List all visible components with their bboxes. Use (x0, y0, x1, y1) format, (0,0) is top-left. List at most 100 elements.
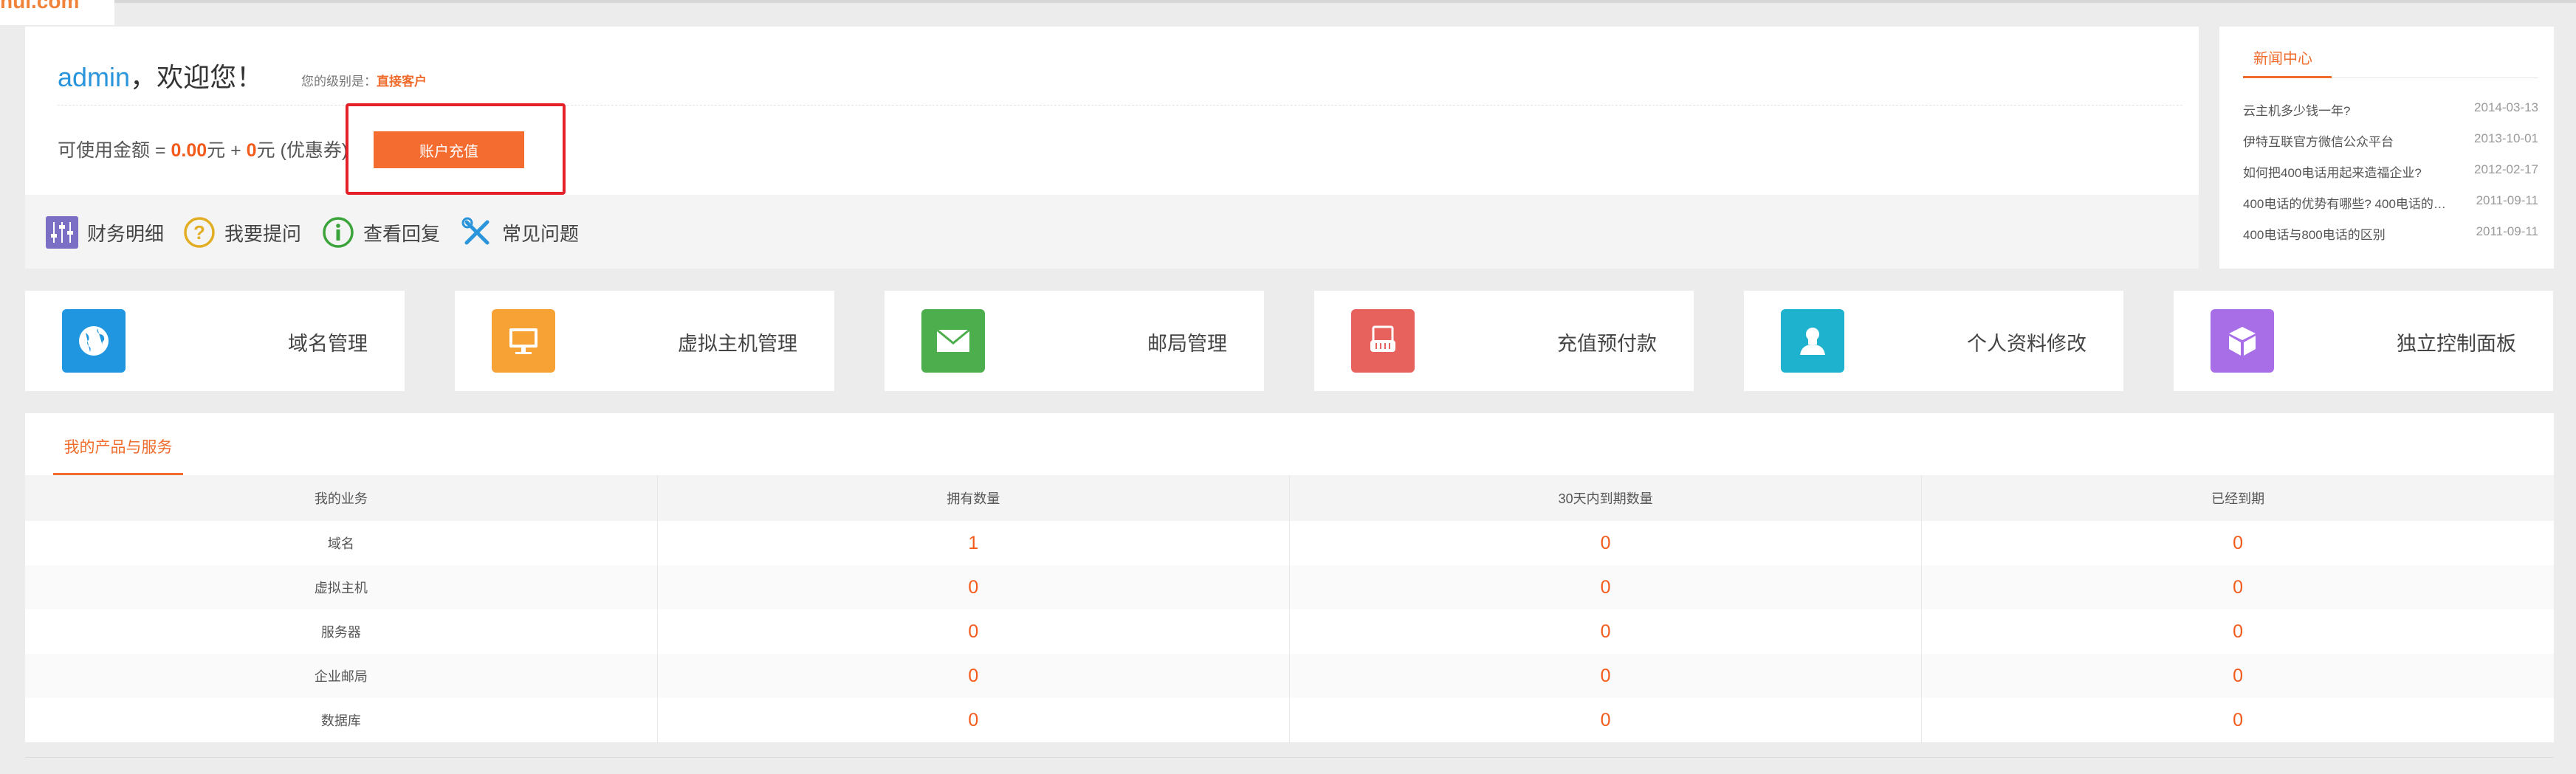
expired-count[interactable]: 0 (1922, 609, 2554, 654)
expiring-count[interactable]: 0 (1289, 521, 1923, 565)
module-card-profile[interactable]: 个人资料修改 (1744, 291, 2123, 391)
level-value: 直接客户 (377, 75, 427, 89)
owned-count[interactable]: 1 (657, 521, 1291, 565)
news-title[interactable]: 伊特互联官方微信公众平台 (2243, 131, 2447, 150)
tab-my-products[interactable]: 我的产品与服务 (53, 431, 183, 475)
owned-count[interactable]: 0 (657, 565, 1291, 609)
payment-icon (1351, 309, 1415, 373)
products-panel: 我的产品与服务 我的业务 拥有数量 30天内到期数量 已经到期 域名 1 0 0… (25, 413, 2554, 742)
finance-icon (46, 216, 78, 249)
news-date: 2013-10-01 (2474, 131, 2538, 145)
level-label: 您的级别是： (301, 75, 377, 89)
news-item[interactable]: 400电话的优势有哪些? 400电话的作用 2011-09-11 (2243, 193, 2538, 224)
expired-count[interactable]: 0 (1922, 698, 2554, 742)
module-card-mail[interactable]: 邮局管理 (885, 291, 1264, 391)
logo-text: hui.com (0, 0, 80, 13)
recharge-highlight-box: 账户充值 (346, 103, 566, 195)
customer-level: 您的级别是：直接客户 (301, 71, 427, 89)
quick-link-finance[interactable]: 财务明细 (46, 215, 164, 249)
owned-count[interactable]: 0 (657, 609, 1291, 654)
module-card-virtual-host[interactable]: 虚拟主机管理 (455, 291, 834, 391)
coupon-unit: 元 (优惠券) (256, 140, 348, 161)
column-header: 我的业务 (25, 475, 658, 521)
quick-link-label: 查看回复 (363, 222, 441, 245)
module-label: 域名管理 (288, 333, 368, 355)
service-name: 服务器 (25, 609, 658, 654)
news-panel: 新闻中心 云主机多少钱一年? 2014-03-13 伊特互联官方微信公众平台 201… (2219, 27, 2554, 269)
news-title[interactable]: 如何把400电话用起来造福企业? (2243, 162, 2447, 181)
service-name: 企业邮局 (25, 654, 658, 698)
news-tab-bar: 新闻中心 (2243, 47, 2538, 78)
table-row: 服务器 0 0 0 (25, 609, 2554, 654)
news-item[interactable]: 伊特互联官方微信公众平台 2013-10-01 (2243, 131, 2538, 162)
cube-icon (2211, 309, 2274, 373)
welcome-panel: admin，欢迎您！ 您的级别是：直接客户 可使用金额 = 0.00元 + 0元… (25, 27, 2199, 269)
tools-icon (461, 217, 490, 245)
module-card-domain[interactable]: 域名管理 (25, 291, 405, 391)
globe-icon (62, 309, 126, 373)
service-name: 数据库 (25, 698, 658, 742)
quick-link-label: 我要提问 (224, 222, 302, 245)
username: admin (58, 62, 131, 92)
expiring-count[interactable]: 0 (1289, 565, 1923, 609)
service-name: 虚拟主机 (25, 565, 658, 609)
table-row: 企业邮局 0 0 0 (25, 654, 2554, 698)
expired-count[interactable]: 0 (1922, 521, 2554, 565)
news-date: 2011-09-11 (2476, 193, 2538, 207)
monitor-icon (492, 309, 555, 373)
module-label: 充值预付款 (1557, 333, 1657, 355)
tab-news-center[interactable]: 新闻中心 (2243, 47, 2332, 78)
top-border (0, 0, 2576, 3)
service-name: 域名 (25, 521, 658, 565)
table-row: 虚拟主机 0 0 0 (25, 565, 2554, 609)
expired-count[interactable]: 0 (1921, 654, 2554, 698)
news-title[interactable]: 400电话与800电话的区别 (2243, 224, 2447, 243)
module-label: 个人资料修改 (1967, 333, 2086, 355)
question-icon: ? (184, 217, 215, 248)
owned-count[interactable]: 0 (657, 654, 1291, 698)
quick-link-faq[interactable]: 常见问题 (461, 215, 579, 249)
column-header: 拥有数量 (657, 475, 1291, 521)
news-item[interactable]: 400电话与800电话的区别 2011-09-11 (2243, 224, 2538, 255)
quick-link-replies[interactable]: 查看回复 (322, 215, 440, 249)
balance-unit: 元 + (207, 140, 247, 161)
coupon-amount: 0 (246, 140, 257, 161)
balance-label: 可使用金额 = (58, 140, 171, 161)
balance-line: 可使用金额 = 0.00元 + 0元 (优惠券) (58, 136, 348, 162)
expired-count[interactable]: 0 (1921, 565, 2554, 609)
module-card-prepay[interactable]: 充值预付款 (1314, 291, 1694, 391)
table-row: 域名 1 0 0 (25, 521, 2554, 565)
site-logo[interactable]: hui.com (0, 0, 114, 25)
products-tab-bar: 我的产品与服务 (25, 413, 2554, 475)
news-item[interactable]: 云主机多少钱一年? 2014-03-13 (2243, 100, 2538, 131)
expiring-count[interactable]: 0 (1289, 609, 1923, 654)
quick-links-bar: 财务明细 ? 我要提问 查看回复 常见问题 (25, 195, 2199, 269)
expiring-count[interactable]: 0 (1289, 654, 1923, 698)
module-label: 邮局管理 (1147, 333, 1227, 355)
expiring-count[interactable]: 0 (1289, 698, 1923, 742)
recharge-button[interactable]: 账户充值 (374, 131, 524, 168)
news-date: 2014-03-13 (2474, 100, 2538, 114)
balance-amount: 0.00 (171, 140, 207, 161)
news-title[interactable]: 云主机多少钱一年? (2243, 100, 2447, 119)
mail-icon (921, 309, 985, 373)
products-table: 我的业务 拥有数量 30天内到期数量 已经到期 域名 1 0 0 虚拟主机 0 … (25, 475, 2554, 742)
greeting-text: ，欢迎您！ (130, 62, 264, 92)
module-card-control-panel[interactable]: 独立控制面板 (2174, 291, 2553, 391)
module-label: 虚拟主机管理 (678, 333, 797, 355)
module-label: 独立控制面板 (2397, 333, 2516, 355)
quick-link-ask[interactable]: ? 我要提问 (183, 215, 301, 249)
news-title[interactable]: 400电话的优势有哪些? 400电话的作用 (2243, 193, 2447, 212)
owned-count[interactable]: 0 (657, 698, 1291, 742)
svg-text:?: ? (193, 221, 205, 243)
user-icon (1781, 309, 1844, 373)
quick-link-label: 财务明细 (87, 222, 165, 245)
table-row: 数据库 0 0 0 (25, 698, 2554, 742)
table-header-row: 我的业务 拥有数量 30天内到期数量 已经到期 (25, 475, 2554, 521)
news-date: 2011-09-11 (2476, 224, 2538, 238)
news-date: 2012-02-17 (2474, 162, 2538, 176)
welcome-greeting: admin，欢迎您！ (58, 56, 263, 94)
column-header: 30天内到期数量 (1289, 475, 1923, 521)
bottom-divider (25, 757, 2554, 758)
news-item[interactable]: 如何把400电话用起来造福企业? 2012-02-17 (2243, 162, 2538, 193)
